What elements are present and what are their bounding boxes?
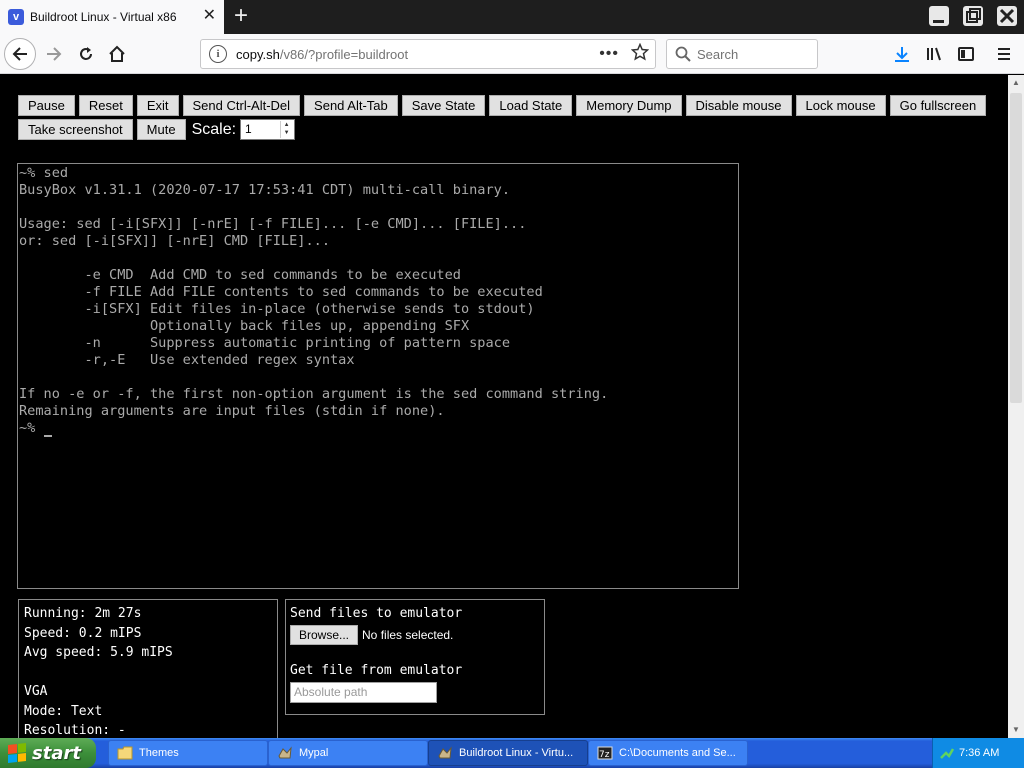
send-ctrl-alt-del-button[interactable]: Send Ctrl-Alt-Del: [182, 95, 301, 116]
menu-icon[interactable]: [992, 42, 1016, 66]
terminal-line: -e CMD Add CMD to sed commands to be exe…: [19, 267, 461, 283]
scroll-down-icon[interactable]: ▼: [1008, 722, 1024, 738]
system-tray: 7:36 AM: [932, 738, 1024, 768]
new-tab-icon[interactable]: +: [228, 4, 254, 30]
windows-flag-icon: [8, 743, 26, 763]
terminal-line: Usage: sed [-i[SFX]] [-nrE] [-f FILE]...…: [19, 216, 527, 232]
terminal-line: -i[SFX] Edit files in-place (otherwise s…: [19, 301, 535, 317]
terminal-line: -f FILE Add FILE contents to sed command…: [19, 284, 543, 300]
bookmark-star-icon[interactable]: [630, 42, 650, 66]
scale-label: Scale:: [191, 121, 237, 138]
terminal-line: -r,-E Use extended regex syntax: [19, 352, 355, 368]
close-window-icon[interactable]: [992, 2, 1022, 30]
save-state-button[interactable]: Save State: [401, 95, 486, 116]
terminal-line: or: sed [-i[SFX]] [-nrE] CMD [FILE]...: [19, 233, 330, 249]
scale-spinner-icon[interactable]: ▲ ▼: [280, 121, 292, 138]
tab-close-icon[interactable]: ✕: [203, 8, 216, 24]
mute-button[interactable]: Mute: [136, 119, 186, 140]
taskbar-item-mypal[interactable]: Mypal: [268, 740, 428, 766]
clock: 7:36 AM: [959, 747, 1000, 759]
mypal-icon: [438, 746, 452, 759]
exit-button[interactable]: Exit: [136, 95, 179, 116]
avg-speed: Avg speed: 5.9 mIPS: [24, 645, 173, 660]
scrollbar-thumb[interactable]: [1010, 93, 1022, 403]
network-icon[interactable]: [939, 745, 955, 761]
terminal-line: Optionally back files up, appending SFX: [19, 318, 470, 334]
start-button[interactable]: start: [0, 738, 96, 768]
take-screenshot-button[interactable]: Take screenshot: [18, 119, 133, 140]
reset-button[interactable]: Reset: [78, 95, 133, 116]
terminal-line: -n Suppress automatic printing of patter…: [19, 335, 511, 351]
memory-dump-button[interactable]: Memory Dump: [576, 95, 682, 116]
emulator-controls-row-1: Pause Reset Exit Send Ctrl-Alt-Del Send …: [18, 95, 987, 116]
library-icon[interactable]: [922, 42, 946, 66]
emulator-controls-row-2: Take screenshot Mute Scale: 1 ▲ ▼: [18, 119, 296, 140]
absolute-path-input[interactable]: Absolute path: [290, 682, 437, 703]
home-icon[interactable]: [101, 38, 133, 70]
terminal-line: ~% sed: [19, 165, 69, 181]
maximize-icon[interactable]: [958, 2, 988, 30]
v86-icon: v: [8, 9, 24, 25]
reload-icon[interactable]: [70, 38, 102, 70]
browse-button[interactable]: Browse...: [290, 625, 359, 645]
scroll-up-icon[interactable]: ▲: [1008, 75, 1024, 91]
vga-heading: VGA: [24, 684, 48, 699]
minimize-icon[interactable]: [924, 2, 954, 30]
tab-title: Buildroot Linux - Virtual x86: [30, 10, 177, 24]
get-file-heading: Get file from emulator: [290, 663, 463, 678]
load-state-button[interactable]: Load State: [489, 95, 573, 116]
disable-mouse-button[interactable]: Disable mouse: [685, 95, 792, 116]
terminal-line: ~%: [19, 420, 738, 437]
mypal-icon: [278, 746, 292, 759]
7zip-icon: 7z: [597, 746, 613, 760]
send-files-heading: Send files to emulator: [290, 606, 463, 621]
sidebar-icon[interactable]: [954, 42, 978, 66]
running-time: Running: 2m 27s: [24, 606, 142, 621]
file-transfer-panel: Send files to emulator Browse... No file…: [285, 599, 545, 715]
terminal-line: BusyBox v1.31.1 (2020-07-17 17:53:41 CDT…: [19, 182, 511, 198]
search-icon: [675, 46, 691, 62]
site-info-icon[interactable]: i: [209, 45, 227, 63]
window-controls: [924, 2, 1022, 30]
v86-page: Pause Reset Exit Send Ctrl-Alt-Del Send …: [0, 75, 1008, 741]
page-scrollbar[interactable]: ▲ ▼: [1008, 75, 1024, 738]
taskbar-item-buildroot[interactable]: Buildroot Linux - Virtu...: [428, 740, 588, 766]
search-placeholder: Search: [697, 46, 739, 62]
url-bar[interactable]: i copy.sh/v86/?profile=buildroot •••: [200, 39, 656, 69]
terminal-line: Remaining arguments are input files (std…: [19, 403, 445, 419]
terminal-output: ~% sed BusyBox v1.31.1 (2020-07-17 17:53:…: [18, 164, 738, 437]
terminal-cursor: [43, 425, 52, 437]
page-actions-icon[interactable]: •••: [599, 45, 619, 63]
taskbar-item-7zip[interactable]: 7z C:\Documents and Se...: [588, 740, 748, 766]
terminal-line: If no -e or -f, the first non-option arg…: [19, 386, 609, 402]
vga-mode: Mode: Text: [24, 703, 103, 719]
taskbar: start Themes Mypal Buildroot Linux - Vir…: [0, 738, 1024, 768]
navigation-bar: i copy.sh/v86/?profile=buildroot ••• Sea…: [0, 34, 1024, 74]
speed: Speed: 0.2 mIPS: [24, 625, 142, 641]
folder-icon: [117, 746, 133, 760]
no-files-label: No files selected.: [362, 628, 454, 642]
browser-tab[interactable]: v Buildroot Linux - Virtual x86 ✕: [0, 0, 224, 34]
fullscreen-button[interactable]: Go fullscreen: [889, 95, 987, 116]
url-text[interactable]: copy.sh/v86/?profile=buildroot: [236, 47, 599, 62]
svg-text:7z: 7z: [599, 750, 610, 760]
download-icon[interactable]: [890, 42, 914, 66]
pause-button[interactable]: Pause: [18, 95, 75, 116]
scale-input[interactable]: 1 ▲ ▼: [240, 119, 296, 140]
taskbar-item-themes[interactable]: Themes: [108, 740, 268, 766]
back-icon[interactable]: [4, 38, 36, 70]
lock-mouse-button[interactable]: Lock mouse: [795, 95, 886, 116]
emulator-stats-panel: Running: 2m 27s Speed: 0.2 mIPS Avg spee…: [18, 599, 278, 741]
send-alt-tab-button[interactable]: Send Alt-Tab: [304, 95, 398, 116]
emulator-screen[interactable]: ~% sed BusyBox v1.31.1 (2020-07-17 17:53:…: [17, 163, 739, 589]
forward-icon[interactable]: [38, 38, 70, 70]
search-bar[interactable]: Search: [666, 39, 818, 69]
browser-titlebar: v Buildroot Linux - Virtual x86 ✕ +: [0, 0, 1024, 34]
